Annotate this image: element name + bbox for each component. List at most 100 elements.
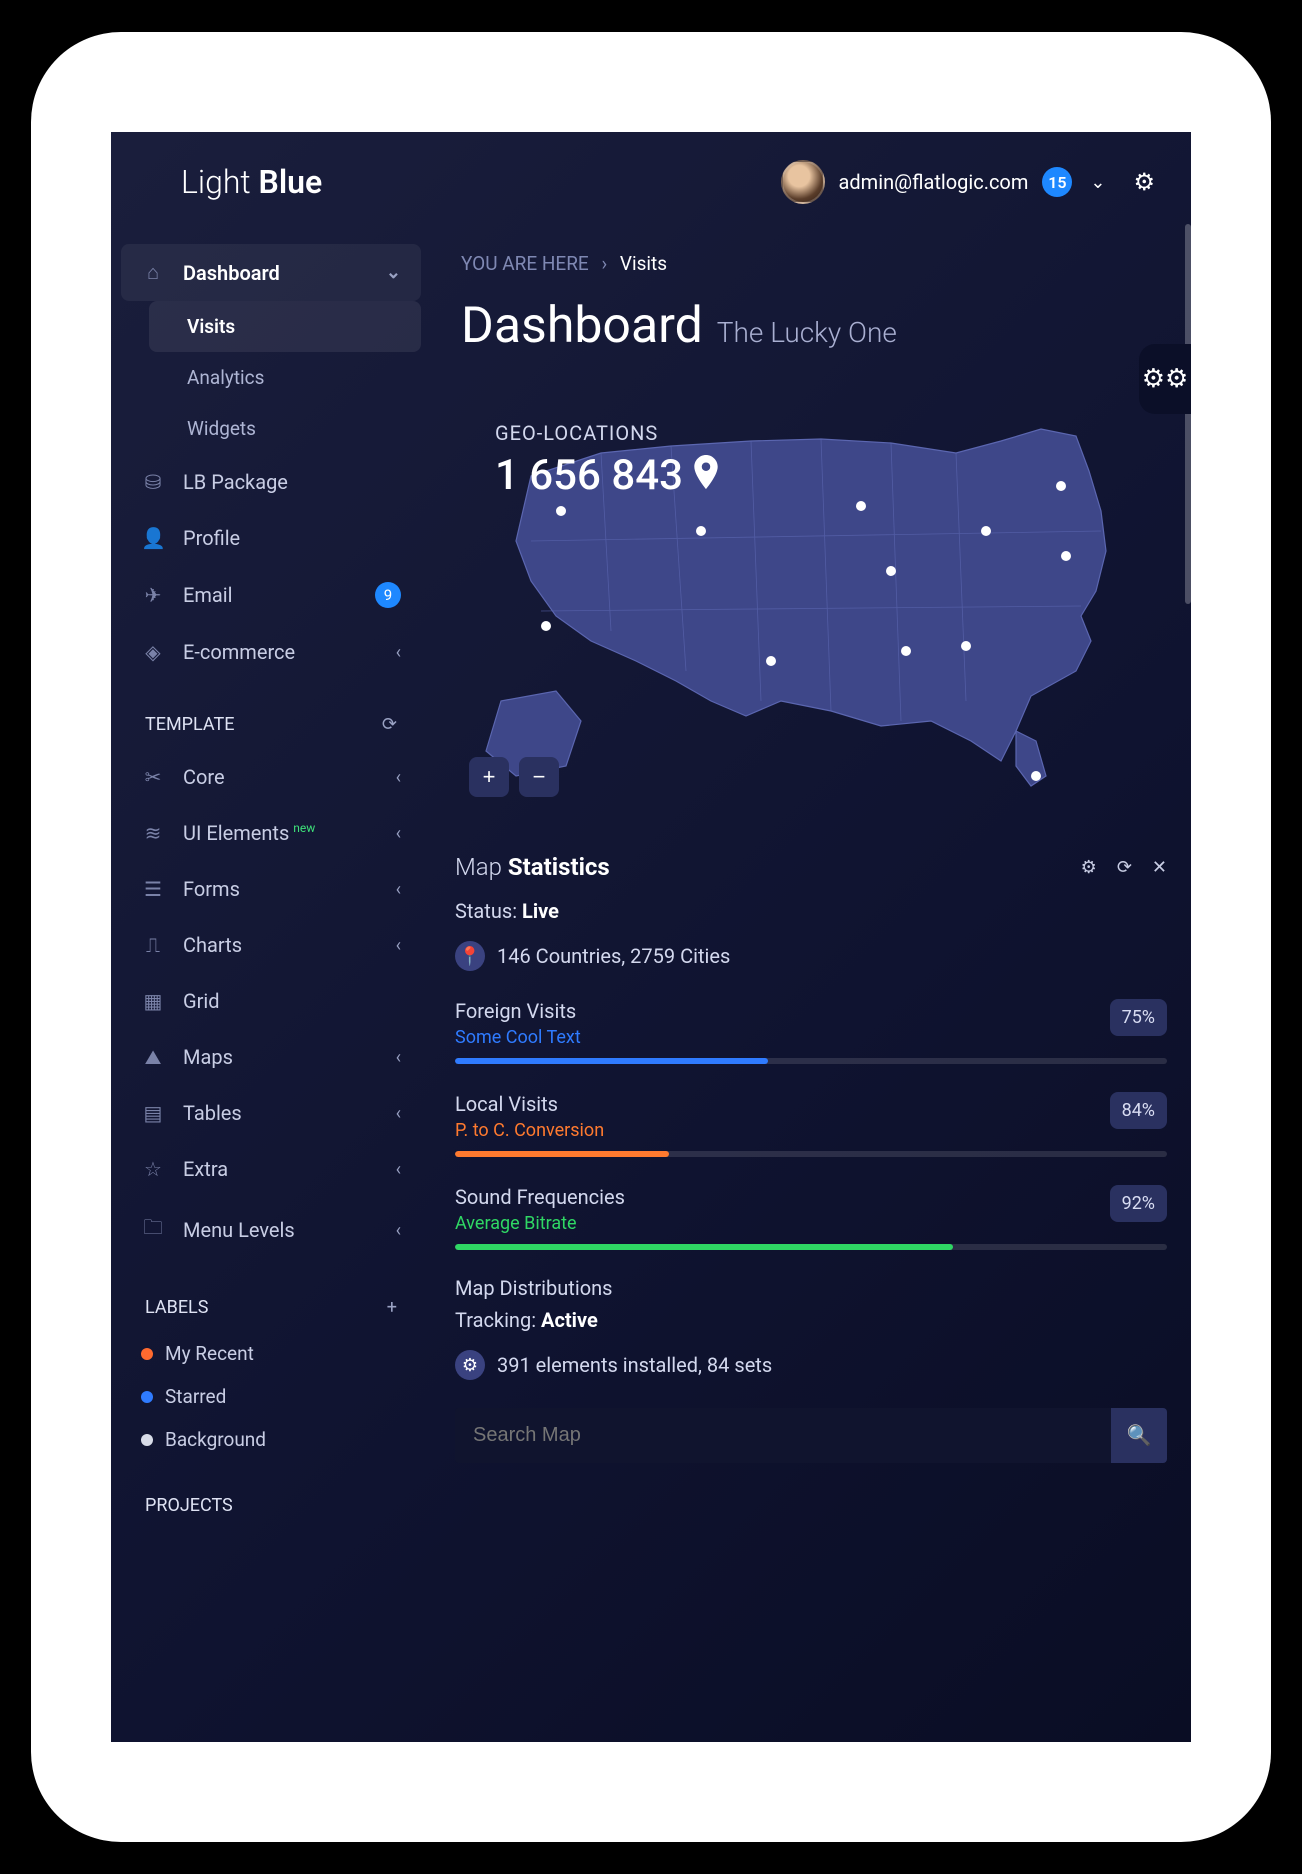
elements-installed-line: ⚙ 391 elements installed, 84 sets xyxy=(455,1336,1167,1402)
star-icon: ☆ xyxy=(141,1157,165,1181)
sidebar-item-maps[interactable]: ⛰ Maps ‹ xyxy=(121,1029,421,1085)
chevron-left-icon: ‹ xyxy=(396,642,401,663)
crossed-tools-icon: ✂ xyxy=(141,765,165,789)
metric-subtext: P. to C. Conversion xyxy=(455,1120,1090,1141)
chevron-left-icon: ‹ xyxy=(396,1159,401,1180)
label-item-background[interactable]: Background xyxy=(121,1418,421,1461)
panel-close-icon[interactable]: ✕ xyxy=(1152,857,1167,878)
brand-bold: Blue xyxy=(259,163,323,201)
sidebar-subitem-analytics[interactable]: Analytics xyxy=(149,352,421,403)
section-header-template: TEMPLATE ⟳ xyxy=(121,680,421,749)
sidebar-item-ecommerce[interactable]: ◈ E-commerce ‹ xyxy=(121,624,421,680)
app-header: Light Blue admin@flatlogic.com 15 ⌄ ⚙ xyxy=(111,132,1191,224)
chevron-left-icon: ‹ xyxy=(396,1047,401,1068)
sidebar-item-grid[interactable]: ▦ Grid xyxy=(121,973,421,1029)
page-title: Dashboard The Lucky One xyxy=(455,283,1167,381)
label-item-recent[interactable]: My Recent xyxy=(121,1332,421,1375)
sidebar-subitem-visits[interactable]: Visits xyxy=(149,301,421,352)
map-zoom-out-button[interactable]: − xyxy=(519,757,559,797)
send-icon: ✈ xyxy=(141,583,165,607)
user-menu-chevron-icon[interactable]: ⌄ xyxy=(1086,168,1109,197)
label-dot xyxy=(141,1391,153,1403)
panel-settings-icon[interactable]: ⚙ xyxy=(1081,857,1097,878)
sidebar-item-tables[interactable]: ▤ Tables ‹ xyxy=(121,1085,421,1141)
chevron-left-icon: ‹ xyxy=(396,823,401,844)
search-icon: 🔍 xyxy=(1127,1425,1152,1447)
progress-bar xyxy=(455,1058,1167,1064)
map-zoom-in-button[interactable]: + xyxy=(469,757,509,797)
add-label-icon[interactable]: + xyxy=(387,1297,397,1318)
metric-percent-badge: 84% xyxy=(1110,1092,1167,1129)
metric-name: Local Visits xyxy=(455,1092,1090,1116)
sidebar-item-email[interactable]: ✈ Email 9 xyxy=(121,566,421,624)
page-title-main: Dashboard xyxy=(461,297,703,355)
map-card: GEO-LOCATIONS 1 656 843 xyxy=(455,381,1167,801)
avatar[interactable] xyxy=(781,160,825,204)
search-map-input[interactable] xyxy=(455,1408,1111,1463)
sidebar-item-menu-levels[interactable]: 🗀 Menu Levels ‹ xyxy=(121,1197,421,1263)
sidebar-item-charts[interactable]: ⎍ Charts ‹ xyxy=(121,917,421,973)
sidebar-label: E-commerce xyxy=(183,640,295,664)
label-text: Background xyxy=(165,1428,266,1451)
metric-row: Local Visits P. to C. Conversion 84% xyxy=(455,1086,1167,1179)
layers-icon: ≋ xyxy=(141,821,165,845)
chevron-left-icon: ‹ xyxy=(396,1103,401,1124)
scrollbar[interactable] xyxy=(1185,224,1191,604)
label-item-starred[interactable]: Starred xyxy=(121,1375,421,1418)
label-dot xyxy=(141,1348,153,1360)
user-email[interactable]: admin@flatlogic.com xyxy=(839,170,1029,194)
chevron-left-icon: ‹ xyxy=(396,935,401,956)
sidebar: ⌂ Dashboard ⌄ Visits Analytics Widgets ⛁… xyxy=(111,224,431,1742)
map-pin-icon xyxy=(693,451,719,500)
sidebar-label: Email xyxy=(183,583,233,607)
sidebar-label: Grid xyxy=(183,989,220,1013)
label-dot xyxy=(141,1434,153,1446)
label-text: Starred xyxy=(165,1385,226,1408)
section-title: PROJECTS xyxy=(145,1495,233,1516)
gear-icon: ⚙ xyxy=(455,1350,485,1380)
sidebar-label: LB Package xyxy=(183,470,288,494)
label-text: My Recent xyxy=(165,1342,254,1365)
form-icon: ☰ xyxy=(141,877,165,901)
sidebar-label: Tables xyxy=(183,1101,242,1125)
sidebar-label: Core xyxy=(183,765,225,789)
search-map-button[interactable]: 🔍 xyxy=(1111,1408,1167,1463)
map-icon: ⛰ xyxy=(141,1045,165,1069)
sidebar-item-profile[interactable]: 👤 Profile xyxy=(121,510,421,566)
main-content: ⚙⚙ YOU ARE HERE › Visits Dashboard The L… xyxy=(431,224,1191,1742)
grid-icon: ▦ xyxy=(141,989,165,1013)
sidebar-subitem-widgets[interactable]: Widgets xyxy=(149,403,421,454)
sidebar-item-dashboard[interactable]: ⌂ Dashboard ⌄ xyxy=(121,244,421,301)
sidebar-label-dashboard: Dashboard xyxy=(183,261,280,285)
page-title-sub: The Lucky One xyxy=(717,316,897,349)
new-tag: new xyxy=(293,821,315,835)
sidebar-label: Maps xyxy=(183,1045,233,1069)
map-distributions-label: Map Distributions xyxy=(455,1272,1167,1304)
progress-bar xyxy=(455,1244,1167,1250)
tracking-line: Tracking: Active xyxy=(455,1304,1167,1336)
geo-value: 1 656 843 xyxy=(495,451,683,500)
notification-badge[interactable]: 15 xyxy=(1042,167,1072,197)
sidebar-item-lb-package[interactable]: ⛁ LB Package xyxy=(121,454,421,510)
breadcrumb-current: Visits xyxy=(620,252,667,275)
sidebar-item-ui-elements[interactable]: ≋ UI Elementsnew ‹ xyxy=(121,805,421,861)
metric-percent-badge: 92% xyxy=(1110,1185,1167,1222)
table-icon: ▤ xyxy=(141,1101,165,1125)
refresh-icon[interactable]: ⟳ xyxy=(382,714,397,735)
progress-bar xyxy=(455,1151,1167,1157)
sidebar-item-forms[interactable]: ☰ Forms ‹ xyxy=(121,861,421,917)
sidebar-item-core[interactable]: ✂ Core ‹ xyxy=(121,749,421,805)
breadcrumb-sep: › xyxy=(593,252,615,275)
metric-row: Sound Frequencies Average Bitrate 92% xyxy=(455,1179,1167,1272)
metric-row: Foreign Visits Some Cool Text 75% xyxy=(455,993,1167,1086)
chevron-left-icon: ‹ xyxy=(396,1220,401,1241)
panel-refresh-icon[interactable]: ⟳ xyxy=(1117,857,1132,878)
settings-gear-icon[interactable]: ⚙ xyxy=(1133,168,1155,196)
panel-title: Map Statistics xyxy=(455,853,610,881)
section-header-projects: PROJECTS xyxy=(121,1461,421,1530)
section-title: LABELS xyxy=(145,1297,208,1318)
countries-line: 📍 146 Countries, 2759 Cities xyxy=(455,941,1167,993)
sidebar-item-extra[interactable]: ☆ Extra ‹ xyxy=(121,1141,421,1197)
metric-name: Sound Frequencies xyxy=(455,1185,1090,1209)
sidebar-label: Extra xyxy=(183,1157,228,1181)
